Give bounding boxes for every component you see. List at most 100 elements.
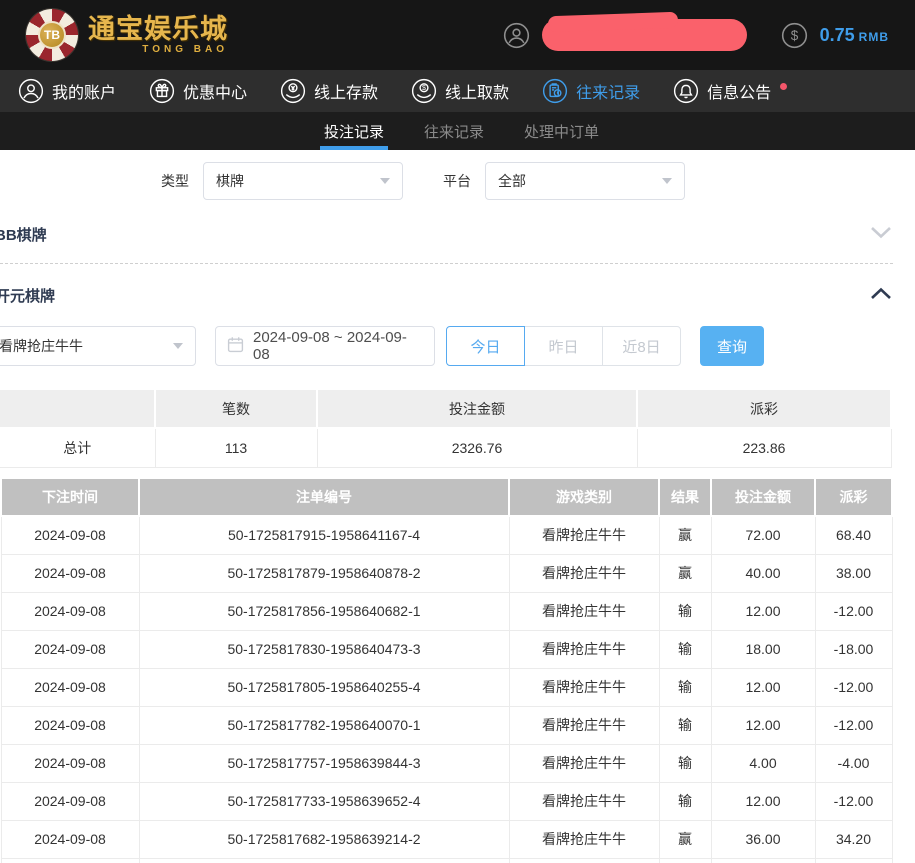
order-id-cell: 50-1725817915-1958641167-4	[139, 516, 509, 554]
bet-time-cell: 2024-09-08	[1, 782, 139, 820]
section-title: 开元棋牌	[0, 285, 55, 306]
search-button[interactable]: 查询	[700, 326, 764, 366]
result-cell: 输	[659, 706, 711, 744]
redacted-username	[542, 19, 747, 51]
game-type-cell: 看牌抢庄牛牛	[509, 668, 659, 706]
order-id-cell: 50-1725817805-1958640255-4	[139, 668, 509, 706]
result-cell: 输	[659, 744, 711, 782]
type-select-value: 棋牌	[216, 171, 244, 191]
game-type-cell: 看牌抢庄牛牛	[509, 782, 659, 820]
summary-count-value: 113	[155, 428, 317, 467]
nav-label: 我的账户	[52, 79, 116, 103]
bet-time-cell: 2024-09-08	[1, 668, 139, 706]
nav-withdraw[interactable]: $ 线上取款	[411, 78, 509, 104]
nav-promotions[interactable]: 优惠中心	[149, 78, 247, 104]
game-select[interactable]: 看牌抢庄牛牛	[0, 326, 196, 366]
chevron-down-icon	[380, 178, 390, 184]
order-id-cell: 50-1725817782-1958640070-1	[139, 706, 509, 744]
today-button[interactable]: 今日	[446, 326, 525, 366]
svg-text:$: $	[422, 85, 426, 92]
payout-cell: -12.00	[815, 592, 892, 630]
nav-my-account[interactable]: 我的账户	[18, 78, 116, 104]
table-row: 2024-09-08 50-1725817856-1958640682-1 看牌…	[1, 592, 892, 630]
platform-select[interactable]: 全部	[485, 162, 685, 200]
tab-bet-records[interactable]: 投注记录	[322, 112, 386, 150]
yesterday-button[interactable]: 昨日	[524, 326, 603, 366]
bet-time-cell: 2024-09-08	[1, 744, 139, 782]
chevron-down-icon	[662, 178, 672, 184]
notification-dot	[780, 83, 787, 90]
summary-header-count: 笔数	[155, 389, 317, 428]
result-cell: 输	[659, 668, 711, 706]
nav-label: 线上取款	[445, 79, 509, 103]
nav-transaction-records[interactable]: 往来记录	[542, 78, 640, 104]
game-type-cell: 看牌抢庄牛牛	[509, 744, 659, 782]
summary-table: 笔数 投注金额 派彩 总计 113 2326.76 223.86	[0, 388, 892, 468]
table-row: 2024-09-08 50-1725817805-1958640255-4 看牌…	[1, 668, 892, 706]
bet-time-cell: 2024-09-08	[1, 554, 139, 592]
game-type-cell: 看牌抢庄牛牛	[509, 820, 659, 858]
nav-announcements[interactable]: 信息公告	[673, 78, 787, 104]
deposit-icon	[280, 78, 306, 104]
summary-header-blank	[0, 389, 155, 428]
chevron-down-icon[interactable]	[869, 225, 893, 245]
order-id-cell: 50-1725817830-1958640473-3	[139, 630, 509, 668]
bet-amount-cell: 72.00	[711, 516, 815, 554]
user-icon	[18, 78, 44, 104]
nav-deposit[interactable]: 线上存款	[280, 78, 378, 104]
record-tabs: 投注记录 往来记录 处理中订单	[0, 112, 915, 150]
tab-pending-orders[interactable]: 处理中订单	[522, 112, 601, 150]
section-kaiyuan-chess[interactable]: 开元棋牌	[0, 285, 893, 306]
game-type-cell: 看牌抢庄牛牛	[509, 554, 659, 592]
type-select[interactable]: 棋牌	[203, 162, 403, 200]
platform-select-value: 全部	[498, 171, 526, 191]
bell-icon	[673, 78, 699, 104]
order-id-cell: 50-1725817879-1958640878-2	[139, 554, 509, 592]
order-id-cell: 50-1725817856-1958640682-1	[139, 592, 509, 630]
page: TB 通宝娱乐城 TONG BAO $ 0.75	[0, 0, 915, 863]
order-id-cell: 50-1725817733-1958639652-4	[139, 782, 509, 820]
table-row: 2024-09-08 50-1725817733-1958639652-4 看牌…	[1, 782, 892, 820]
user-avatar-icon[interactable]	[503, 22, 530, 49]
bet-records-table: 下注时间 注单编号 游戏类别 结果 投注金额 派彩 2024-09-08 50-…	[0, 477, 893, 863]
summary-header-row: 笔数 投注金额 派彩	[0, 389, 891, 428]
brand-logo[interactable]: TB 通宝娱乐城 TONG BAO	[26, 9, 228, 61]
order-id-cell: 50-1725817682-1958639214-2	[139, 820, 509, 858]
section-divider	[0, 263, 893, 264]
filter-row: 类型 棋牌 平台 全部	[161, 162, 685, 200]
nav-label: 往来记录	[576, 79, 640, 103]
bet-time-cell: 2024-09-08	[1, 630, 139, 668]
type-filter-label: 类型	[161, 171, 189, 191]
header-game-type: 游戏类别	[509, 478, 659, 516]
tab-transaction-records[interactable]: 往来记录	[422, 112, 486, 150]
balance-currency: RMB	[859, 30, 889, 44]
section-title: BB棋牌	[0, 224, 47, 245]
bet-time-cell: 2024-09-08	[1, 592, 139, 630]
table-row: 2024-09-08 50-1725817830-1958640473-3 看牌…	[1, 630, 892, 668]
brand-name: 通宝娱乐城	[88, 15, 228, 43]
section-bb-chess[interactable]: BB棋牌	[0, 224, 893, 245]
money-icon: $	[781, 22, 808, 49]
last-8-days-button[interactable]: 近8日	[602, 326, 681, 366]
order-id-cell: 50-1725817757-1958639844-3	[139, 744, 509, 782]
game-type-cell: 看牌抢庄牛牛	[509, 706, 659, 744]
summary-payout-total-value: 223.86	[637, 428, 891, 467]
chevron-down-icon	[173, 343, 183, 349]
payout-cell: -12.00	[815, 782, 892, 820]
payout-cell: -18.00	[815, 630, 892, 668]
brand-text: 通宝娱乐城 TONG BAO	[88, 15, 228, 55]
result-cell: 输	[659, 630, 711, 668]
chevron-up-icon[interactable]	[869, 286, 893, 306]
bet-amount-cell: 4.00	[711, 744, 815, 782]
summary-total-row: 总计 113 2326.76 223.86	[0, 428, 891, 467]
table-row: 2024-09-08 50-1725817757-1958639844-3 看牌…	[1, 744, 892, 782]
bet-amount-cell: 12.00	[711, 668, 815, 706]
header-result: 结果	[659, 478, 711, 516]
result-cell: 输	[659, 782, 711, 820]
query-controls: 看牌抢庄牛牛 2024-09-08 ~ 2024-09-08 今日 昨日 近8日…	[0, 326, 915, 366]
bet-amount-cell: 12.00	[711, 782, 815, 820]
partial-row	[1, 858, 892, 863]
nav-label: 信息公告	[707, 79, 771, 103]
poker-chip-icon: TB	[26, 9, 78, 61]
date-range-input[interactable]: 2024-09-08 ~ 2024-09-08	[215, 326, 435, 366]
